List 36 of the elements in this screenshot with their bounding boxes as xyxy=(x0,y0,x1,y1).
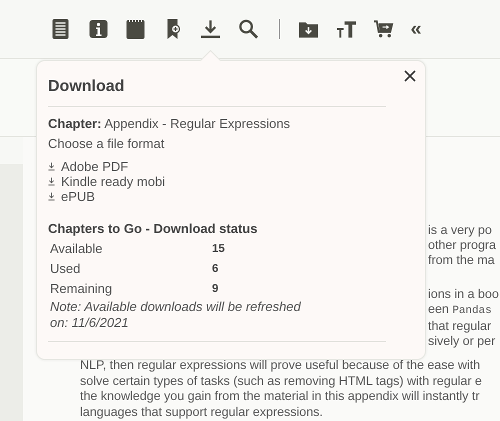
close-icon[interactable] xyxy=(404,70,416,82)
book-list-icon[interactable] xyxy=(50,18,71,40)
paragraph-text: solve certain types of tasks (such as removing HTML tags) with regular e xyxy=(80,374,482,390)
format-link[interactable]: ePUB xyxy=(61,189,95,204)
paragraph-text: languages that support regular expressions. xyxy=(80,404,323,420)
notepad-icon[interactable] xyxy=(125,18,146,40)
paragraph-text: the knowledge you gain from the material in this appendix will instantly tr xyxy=(80,389,480,405)
note-text: Note: Available downloads will be refreshed on: 11/6/2021 xyxy=(49,299,302,331)
collapse-button[interactable]: « xyxy=(410,19,422,39)
info-icon[interactable] xyxy=(88,18,108,40)
prompt-text: Choose a file format xyxy=(48,135,166,153)
download-icon[interactable] xyxy=(48,162,55,171)
status-label: Remaining xyxy=(50,281,114,297)
format-link[interactable]: Kindle ready mobi xyxy=(61,174,166,189)
status-value: 9 xyxy=(212,282,220,297)
paragraph-text: from the ma xyxy=(428,253,495,269)
status-label: Available xyxy=(50,241,104,257)
status-value: 15 xyxy=(212,242,226,257)
paragraph-text: NLP, then regular expressions will prove useful because of the ease with xyxy=(80,358,480,374)
paragraph-text: is a very po xyxy=(428,223,492,238)
paragraph-text: that regular xyxy=(428,319,492,334)
cart-icon[interactable] xyxy=(373,18,394,40)
paragraph-text: other progra xyxy=(428,238,496,254)
popover-title: Download xyxy=(48,77,126,97)
download-icon[interactable] xyxy=(48,177,55,186)
download-icon[interactable] xyxy=(200,18,221,40)
paragraph-text: ions in a boo xyxy=(428,286,499,302)
download-icon[interactable] xyxy=(48,192,55,201)
chapter-text: Chapter: Appendix - Regular Expressions xyxy=(48,115,292,133)
search-icon[interactable] xyxy=(238,18,258,40)
paragraph-text: sively or per xyxy=(428,334,496,350)
format-link[interactable]: Adobe PDF xyxy=(61,159,128,174)
paragraph-text: een Pandas xyxy=(428,302,492,319)
status-label: Used xyxy=(50,261,82,277)
status-heading: Chapters to Go - Download status xyxy=(48,221,258,237)
status-value: 6 xyxy=(212,262,220,277)
